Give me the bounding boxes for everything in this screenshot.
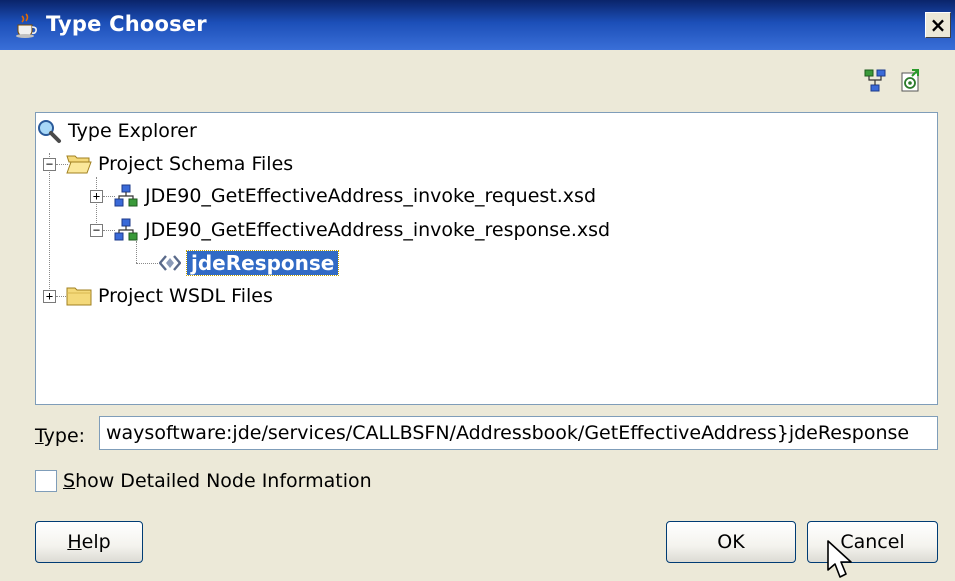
folder-open-icon <box>66 155 92 174</box>
tree-node-request-xsd[interactable]: JDE90_GetEffectiveAddress_invoke_request… <box>113 182 596 210</box>
cancel-button-label: Cancel <box>840 531 905 553</box>
cancel-button[interactable]: Cancel <box>807 521 938 563</box>
tree-connector <box>49 153 50 301</box>
tree-connector <box>136 263 158 264</box>
show-detailed-option[interactable]: Show Detailed Node Information <box>35 470 372 492</box>
type-label: Type: <box>35 425 86 447</box>
schema-icon <box>114 184 138 207</box>
tree-node-label: JDE90_GetEffectiveAddress_invoke_respons… <box>145 219 611 241</box>
help-button-label: Help <box>67 531 111 553</box>
type-field[interactable]: waysoftware:jde/services/CALLBSFN/Addres… <box>99 416 938 450</box>
dialog-title: Type Chooser <box>46 12 207 36</box>
ok-button[interactable]: OK <box>666 521 796 563</box>
web-service-icon[interactable] <box>898 68 924 94</box>
tree-connector <box>136 241 137 263</box>
java-cup-icon <box>16 13 37 38</box>
close-button[interactable]: × <box>925 12 951 38</box>
tree-node-label: Project Schema Files <box>98 153 294 175</box>
collapse-toggle[interactable]: − <box>43 158 56 171</box>
tree-node-project-schema-files[interactable]: Project Schema Files <box>66 150 293 178</box>
magnifier-icon <box>38 120 61 143</box>
folder-closed-icon <box>66 287 92 306</box>
tree-node-project-wsdl-files[interactable]: Project WSDL Files <box>66 282 273 310</box>
tree-node-jderesponse[interactable]: jdeResponse <box>159 249 340 277</box>
show-detailed-checkbox[interactable] <box>35 470 57 492</box>
hierarchy-view-icon[interactable] <box>862 68 888 94</box>
collapse-toggle[interactable]: − <box>90 224 103 237</box>
tree-root-label: Type Explorer <box>68 120 197 142</box>
element-icon <box>159 255 181 271</box>
tree-node-response-xsd[interactable]: JDE90_GetEffectiveAddress_invoke_respons… <box>113 216 610 244</box>
selected-node-label: jdeResponse <box>185 250 340 276</box>
type-value: waysoftware:jde/services/CALLBSFN/Addres… <box>106 422 910 444</box>
tree-node-label: Project WSDL Files <box>98 285 273 307</box>
expand-toggle[interactable]: + <box>90 190 103 203</box>
close-icon: × <box>929 13 947 37</box>
title-bar: Type Chooser × <box>0 0 955 50</box>
schema-icon <box>114 218 138 241</box>
type-explorer-tree[interactable]: Type Explorer − Project Schema Files + J… <box>35 112 938 405</box>
help-button[interactable]: Help <box>35 521 143 563</box>
tree-node-label: JDE90_GetEffectiveAddress_invoke_request… <box>145 185 597 207</box>
tree-root-type-explorer[interactable]: Type Explorer <box>36 117 197 145</box>
expand-toggle[interactable]: + <box>43 290 56 303</box>
ok-button-label: OK <box>717 531 745 553</box>
show-detailed-label: Show Detailed Node Information <box>63 470 372 492</box>
